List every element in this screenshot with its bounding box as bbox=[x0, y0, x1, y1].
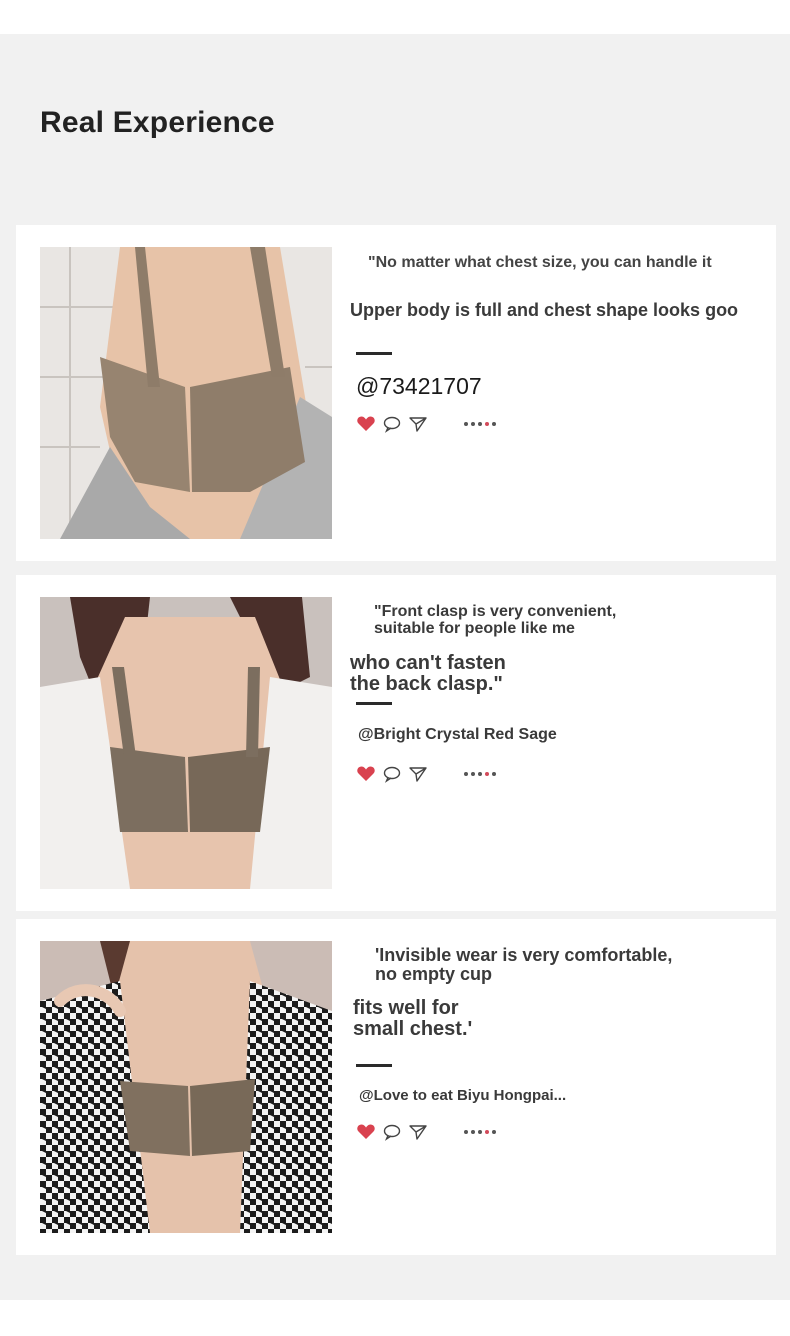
review-card-1: "No matter what chest size, you can hand… bbox=[16, 225, 776, 561]
review-quote-line-2: suitable for people like me bbox=[374, 620, 575, 637]
more-dots-icon[interactable] bbox=[464, 772, 499, 776]
heart-icon[interactable] bbox=[356, 764, 376, 784]
heart-icon[interactable] bbox=[356, 1122, 376, 1142]
review-actions bbox=[356, 1122, 499, 1142]
review-photo-3 bbox=[40, 941, 332, 1233]
review-username[interactable]: @Bright Crystal Red Sage bbox=[358, 726, 557, 744]
share-icon[interactable] bbox=[408, 764, 428, 784]
section-title: Real Experience bbox=[40, 106, 275, 139]
comment-icon[interactable] bbox=[382, 414, 402, 434]
review-quote-line-3: who can't fasten bbox=[350, 652, 506, 674]
review-quote-line-4: small chest.' bbox=[353, 1018, 473, 1040]
divider-dash bbox=[356, 702, 392, 705]
heart-icon[interactable] bbox=[356, 414, 376, 434]
review-photo-2 bbox=[40, 597, 332, 889]
review-actions bbox=[356, 414, 499, 434]
review-quote-line-2: no empty cup bbox=[375, 964, 493, 984]
review-quote-line-1: "No matter what chest size, you can hand… bbox=[368, 254, 712, 271]
review-quote-line-4: the back clasp." bbox=[350, 673, 503, 695]
divider-dash bbox=[356, 1064, 392, 1067]
share-icon[interactable] bbox=[408, 414, 428, 434]
divider-dash bbox=[356, 352, 392, 355]
bra-photo-image bbox=[40, 941, 332, 1233]
review-card-3: 'Invisible wear is very comfortable, no … bbox=[16, 919, 776, 1255]
review-quote-line-1: 'Invisible wear is very comfortable, bbox=[375, 945, 673, 965]
review-username[interactable]: @73421707 bbox=[356, 373, 482, 400]
comment-icon[interactable] bbox=[382, 764, 402, 784]
review-quote-line-2: Upper body is full and chest shape looks… bbox=[350, 300, 739, 320]
review-actions bbox=[356, 764, 499, 784]
review-username[interactable]: @Love to eat Biyu Hongpai... bbox=[359, 1087, 566, 1104]
review-photo-1 bbox=[40, 247, 332, 539]
bra-photo-image bbox=[40, 247, 332, 539]
review-quote-line-1: "Front clasp is very convenient, bbox=[374, 603, 617, 620]
more-dots-icon[interactable] bbox=[464, 1130, 499, 1134]
bra-photo-image bbox=[40, 597, 332, 889]
share-icon[interactable] bbox=[408, 1122, 428, 1142]
comment-icon[interactable] bbox=[382, 1122, 402, 1142]
more-dots-icon[interactable] bbox=[464, 422, 499, 426]
review-card-2: "Front clasp is very convenient, suitabl… bbox=[16, 575, 776, 911]
review-quote-line-3: fits well for bbox=[353, 997, 459, 1019]
